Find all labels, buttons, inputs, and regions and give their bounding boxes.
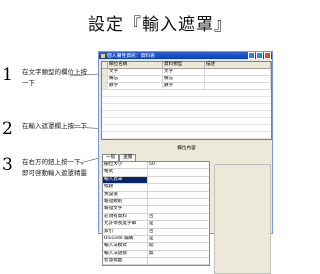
property-label: 輸入遮罩 <box>103 176 148 184</box>
property-row-input-mask[interactable]: 輸入遮罩 <box>103 176 209 185</box>
empty-row[interactable] <box>102 111 271 118</box>
minimize-icon[interactable] <box>248 52 255 59</box>
property-value[interactable]: 50 <box>148 162 209 168</box>
property-value[interactable] <box>148 258 209 264</box>
field-row-number[interactable]: 數字 數字 <box>102 83 271 90</box>
field-grid-header: 欄位名稱 資料類型 描述 <box>102 62 271 69</box>
property-label: 輸入法模式 <box>103 243 148 250</box>
step-2-text: 在輸入遮罩欄上按一下 <box>22 122 87 130</box>
property-label: 智慧標籤 <box>103 258 148 265</box>
empty-row[interactable] <box>102 118 271 125</box>
property-row[interactable]: 索引否 <box>103 228 209 236</box>
property-value[interactable] <box>148 206 209 212</box>
property-label: 必須有資料 <box>103 213 148 221</box>
header-data-type: 資料類型 <box>163 62 205 68</box>
empty-row[interactable] <box>102 97 271 104</box>
window-titlebar[interactable]: 個人屬性資訊：資料表 <box>99 52 272 59</box>
description-cell[interactable] <box>205 83 271 89</box>
property-help-panel <box>214 164 271 274</box>
property-label: 驗證文字 <box>103 206 148 213</box>
step-3-text: 在右方的鈕上按一下，即可啓動輸入遮罩精靈 <box>22 158 87 177</box>
property-label: 格式 <box>103 169 148 176</box>
data-type-cell[interactable]: 文字 <box>163 69 205 75</box>
property-label: 允許零長度字串 <box>103 221 148 228</box>
description-cell[interactable] <box>205 76 271 82</box>
field-properties-grid: 欄位大小 50 格式 輸入遮罩 標題 預設值 驗證規則 驗證文字 必須有資料否 允… <box>102 161 210 267</box>
field-row-memo[interactable]: 備忘 備忘 <box>102 76 271 83</box>
property-label: 預設值 <box>103 191 148 198</box>
empty-row[interactable] <box>102 104 271 111</box>
property-value[interactable] <box>148 184 209 190</box>
property-label: 驗證規則 <box>103 198 148 206</box>
property-value[interactable]: 是 <box>148 221 209 227</box>
property-label: 輸入法語態 <box>103 250 148 258</box>
field-properties-label: 欄位內容 <box>177 146 196 151</box>
property-row[interactable]: 必須有資料否 <box>103 213 209 222</box>
property-row[interactable]: 驗證規則 <box>103 198 209 207</box>
field-name-cell[interactable]: 數字 <box>108 83 163 89</box>
empty-row[interactable] <box>102 125 271 132</box>
property-value[interactable] <box>148 192 209 198</box>
property-row[interactable]: 格式 <box>103 169 209 177</box>
field-name-cell[interactable]: 文字 <box>108 69 163 75</box>
field-grid: 欄位名稱 資料類型 描述 文字 文字 備忘 備忘 數字 數字 <box>101 61 272 140</box>
property-value[interactable]: 無 <box>148 251 209 257</box>
property-tabs: 一般 查閱 <box>102 154 137 161</box>
property-label: Unicode 編碼 <box>103 235 148 243</box>
input-mask-field[interactable] <box>148 177 209 183</box>
property-row[interactable]: 驗證文字 <box>103 206 209 214</box>
property-label: 索引 <box>103 228 148 235</box>
property-row[interactable]: 智慧標籤 <box>103 258 209 266</box>
property-value[interactable] <box>148 169 209 175</box>
property-value[interactable]: 開 <box>148 243 209 249</box>
empty-row[interactable] <box>102 90 271 97</box>
step-2-number: 2 <box>2 119 13 139</box>
property-value[interactable]: 是 <box>148 236 209 242</box>
property-label: 欄位大小 <box>103 162 148 169</box>
empty-row[interactable] <box>102 132 271 139</box>
data-type-cell[interactable]: 備忘 <box>163 76 205 82</box>
property-row[interactable]: 輸入法語態無 <box>103 250 209 259</box>
property-row[interactable]: 標題 <box>103 184 209 192</box>
field-name-cell[interactable]: 備忘 <box>108 76 163 82</box>
tab-general[interactable]: 一般 <box>102 154 120 161</box>
property-value[interactable]: 否 <box>148 229 209 235</box>
property-value[interactable] <box>148 199 209 205</box>
header-field-name: 欄位名稱 <box>108 62 163 68</box>
window-title: 個人屬性資訊：資料表 <box>107 54 155 59</box>
maximize-icon[interactable] <box>256 52 263 59</box>
step-3-number: 3 <box>2 155 13 175</box>
property-row[interactable]: 輸入法模式開 <box>103 243 209 251</box>
close-icon[interactable] <box>264 52 271 59</box>
field-row-text[interactable]: 文字 文字 <box>102 69 271 76</box>
step-1-number: 1 <box>2 65 13 85</box>
property-label: 標題 <box>103 184 148 191</box>
property-row[interactable]: 欄位大小 50 <box>103 162 209 170</box>
table-design-window: 個人屬性資訊：資料表 欄位名稱 資料類型 描述 文字 文字 備忘 備忘 數字 數… <box>98 51 273 274</box>
data-type-cell[interactable]: 數字 <box>163 83 205 89</box>
page-title: 設定『輸入遮罩』 <box>88 15 232 35</box>
property-row[interactable]: 預設值 <box>103 191 209 199</box>
description-cell[interactable] <box>205 69 271 75</box>
header-description: 描述 <box>205 62 271 68</box>
tab-lookup[interactable]: 查閱 <box>119 154 137 161</box>
property-value[interactable]: 否 <box>148 214 209 220</box>
property-row[interactable]: 允許零長度字串是 <box>103 221 209 229</box>
step-1-text: 在文字類型的欄位上按一下 <box>22 68 87 87</box>
table-icon <box>101 53 105 58</box>
